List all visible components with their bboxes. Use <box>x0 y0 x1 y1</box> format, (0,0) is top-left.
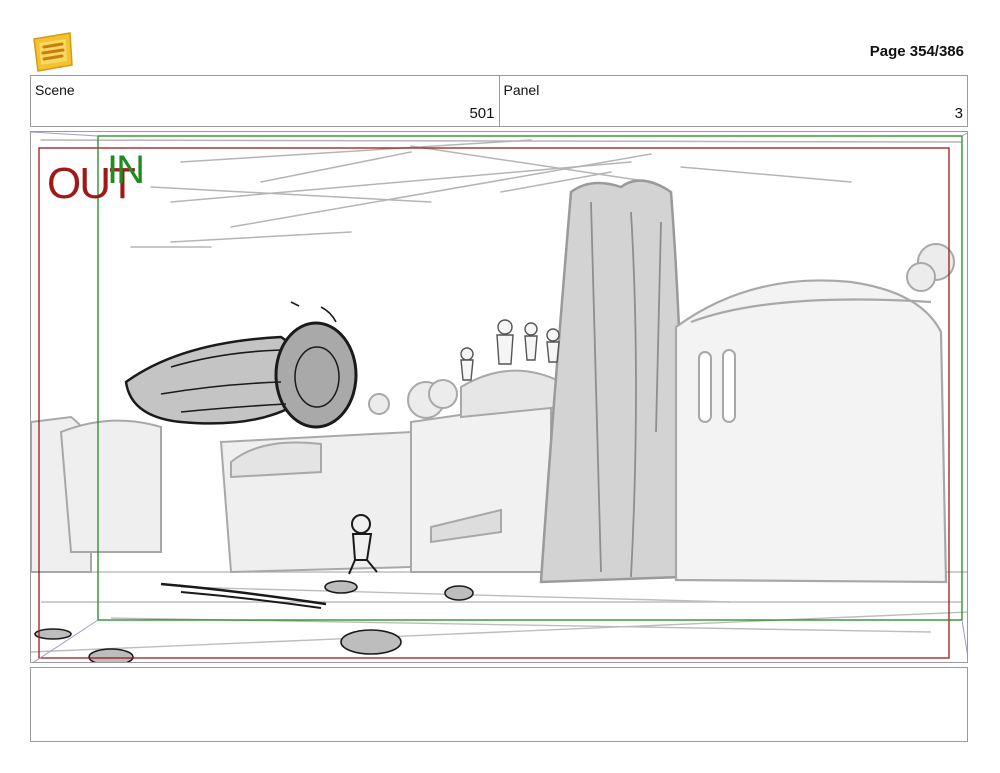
show-logo <box>32 31 74 73</box>
scene-number: 501 <box>469 105 495 122</box>
in-frame-label: IN <box>107 148 145 192</box>
panel-notes-box <box>30 667 968 742</box>
scene-panel-header: Scene 501 Panel 3 <box>30 75 968 127</box>
flying-log <box>124 301 358 429</box>
panel-label: Panel <box>503 82 540 98</box>
page-number: Page 354/386 <box>869 43 964 60</box>
storyboard-panel: OUT IN <box>30 131 968 663</box>
scene-cell: Scene 501 <box>31 76 499 126</box>
storyboard-sketch <box>31 132 967 662</box>
panel-number: 3 <box>954 105 963 122</box>
panel-cell: Panel 3 <box>498 76 968 126</box>
scene-label: Scene <box>35 82 75 98</box>
